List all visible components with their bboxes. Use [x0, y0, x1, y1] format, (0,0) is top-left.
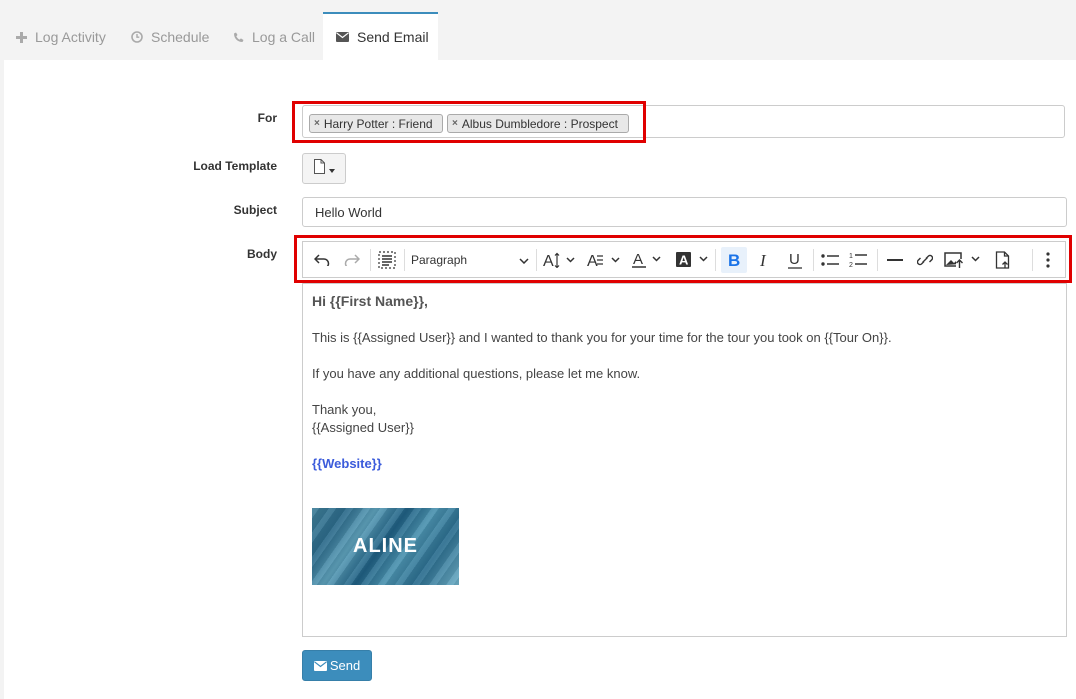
website-link[interactable]: {{Website}}: [312, 456, 382, 471]
email-body-editor[interactable]: Hi {{First Name}}, This is {{Assigned Us…: [302, 283, 1067, 637]
signoff-text: Thank you,: [312, 402, 377, 417]
tab-log-activity[interactable]: Log Activity: [16, 14, 106, 60]
activity-tabs: Log Activity Schedule Log a Call Send Em…: [0, 0, 1076, 60]
greeting-text: Hi {{First Name}},: [312, 293, 428, 309]
logo-text: ALINE: [353, 535, 418, 557]
tab-log-a-call[interactable]: Log a Call: [233, 14, 315, 60]
tab-send-email[interactable]: Send Email: [323, 12, 438, 60]
subject-label: Subject: [233, 203, 277, 217]
plus-icon: [16, 31, 27, 43]
for-label: For: [257, 111, 277, 125]
envelope-icon: [336, 32, 349, 42]
load-template-label: Load Template: [193, 159, 277, 173]
body-label: Body: [247, 247, 277, 261]
envelope-icon: [313, 660, 327, 671]
highlight-toolbar-box: [294, 235, 1072, 283]
body-paragraph: This is {{Assigned User}} and I wanted t…: [312, 330, 892, 345]
signature-text: {{Assigned User}}: [312, 420, 414, 435]
caret-down-icon: [329, 160, 335, 178]
highlight-recipients-box: [292, 101, 646, 143]
subject-input[interactable]: [302, 197, 1067, 227]
phone-icon: [233, 32, 244, 43]
document-icon: [313, 158, 327, 179]
send-button[interactable]: Send: [302, 650, 372, 681]
company-logo-image: ALINE: [312, 508, 459, 585]
tab-schedule[interactable]: Schedule: [131, 14, 209, 60]
body-paragraph: If you have any additional questions, pl…: [312, 366, 641, 381]
load-template-button[interactable]: [302, 153, 346, 184]
clock-icon: [131, 31, 143, 43]
